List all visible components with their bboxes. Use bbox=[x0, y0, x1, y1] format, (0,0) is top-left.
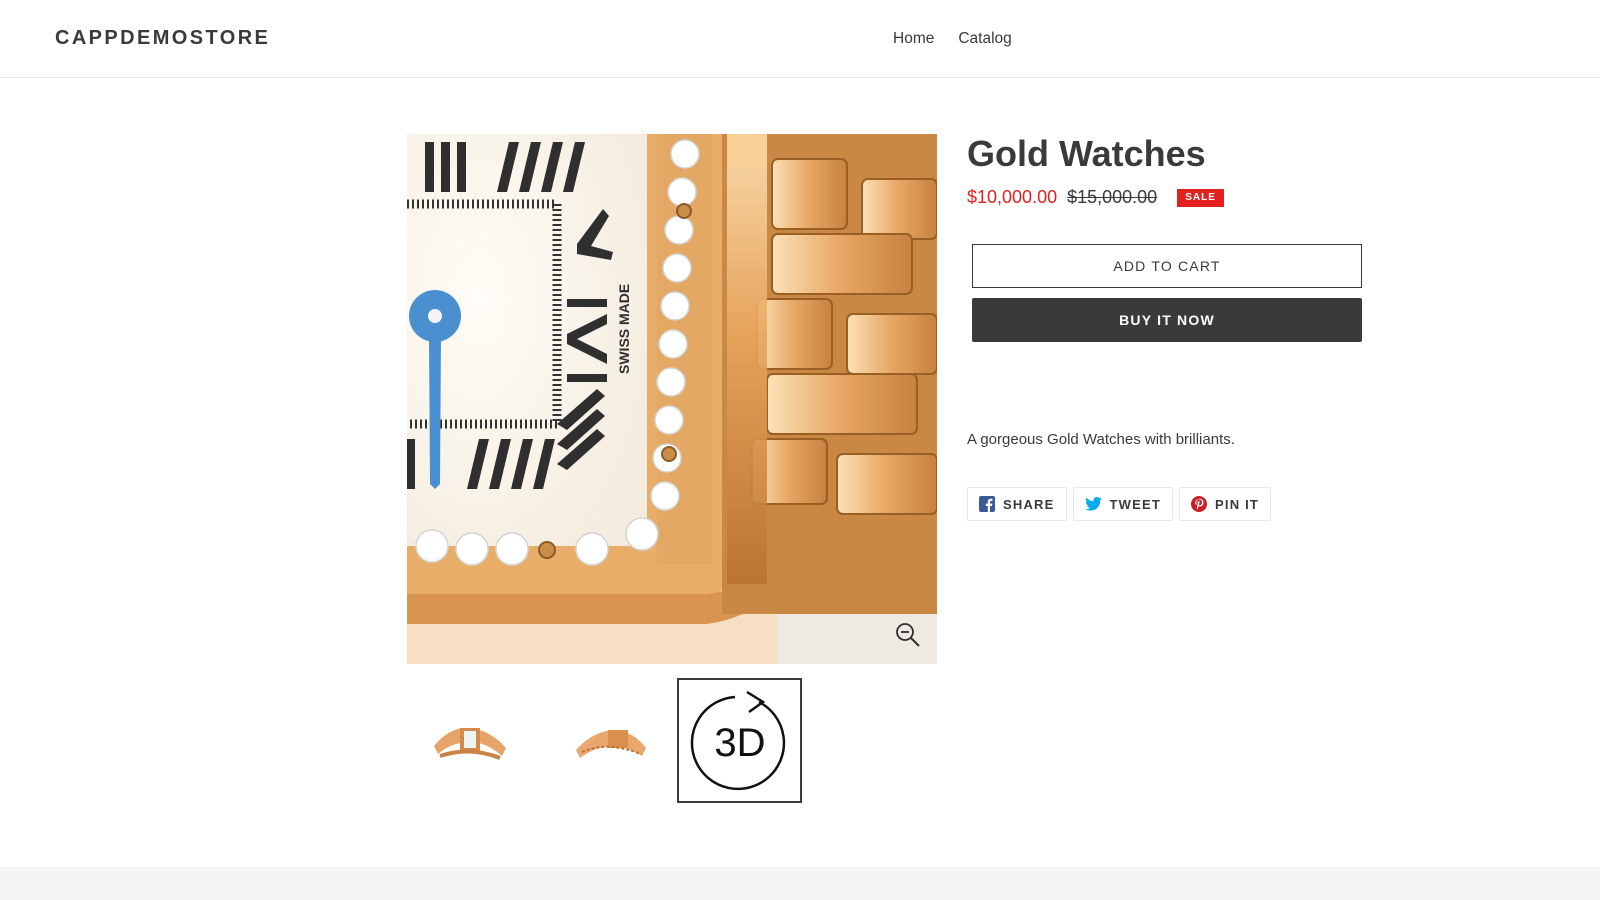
sale-price: $10,000.00 bbox=[967, 187, 1058, 207]
sale-badge: SALE bbox=[1177, 188, 1224, 207]
tweet-label: TWEET bbox=[1109, 496, 1162, 512]
pinterest-icon bbox=[1191, 496, 1208, 512]
product-description: A gorgeous Gold Watches with brilliants. bbox=[967, 431, 1235, 448]
buy-it-now-button[interactable]: BUY IT NOW bbox=[972, 298, 1362, 342]
product-main-image[interactable]: SWISS MADE bbox=[407, 134, 937, 664]
product-thumbnail-3d[interactable]: 3D bbox=[677, 678, 802, 803]
3d-label: 3D bbox=[714, 721, 765, 765]
store-logo[interactable]: CAPPDEMOSTORE bbox=[55, 27, 270, 50]
site-header: CAPPDEMOSTORE Home Catalog bbox=[0, 0, 1600, 78]
pin-label: PIN IT bbox=[1215, 496, 1260, 512]
share-pinterest-button[interactable]: PIN IT bbox=[1179, 487, 1272, 521]
social-sharing: SHARE TWEET PIN IT bbox=[967, 487, 1272, 521]
watch-closeup-illustration: SWISS MADE bbox=[407, 134, 937, 664]
dial-text: SWISS MADE bbox=[616, 284, 632, 374]
facebook-icon bbox=[979, 496, 995, 512]
add-to-cart-button[interactable]: ADD TO CART bbox=[972, 244, 1362, 288]
share-twitter-button[interactable]: TWEET bbox=[1072, 487, 1174, 521]
zoom-out-icon[interactable] bbox=[894, 621, 922, 649]
3d-rotate-icon: 3D bbox=[690, 690, 785, 790]
price-row: $10,000.00 $15,000.00 SALE bbox=[967, 187, 1224, 208]
product-title: Gold Watches bbox=[967, 133, 1206, 174]
nav-catalog[interactable]: Catalog bbox=[958, 30, 1011, 48]
twitter-icon bbox=[1084, 497, 1102, 511]
share-label: SHARE bbox=[1003, 496, 1055, 512]
watch-front-thumbnail bbox=[433, 727, 506, 760]
product-thumbnail[interactable] bbox=[547, 678, 672, 803]
footer bbox=[0, 867, 1600, 900]
product-thumbnail[interactable] bbox=[407, 678, 532, 803]
nav-home[interactable]: Home bbox=[893, 30, 934, 48]
main-nav: Home Catalog bbox=[893, 30, 1012, 48]
share-facebook-button[interactable]: SHARE bbox=[967, 487, 1067, 521]
compare-at-price: $15,000.00 bbox=[1067, 187, 1158, 207]
watch-side-thumbnail bbox=[575, 729, 646, 758]
